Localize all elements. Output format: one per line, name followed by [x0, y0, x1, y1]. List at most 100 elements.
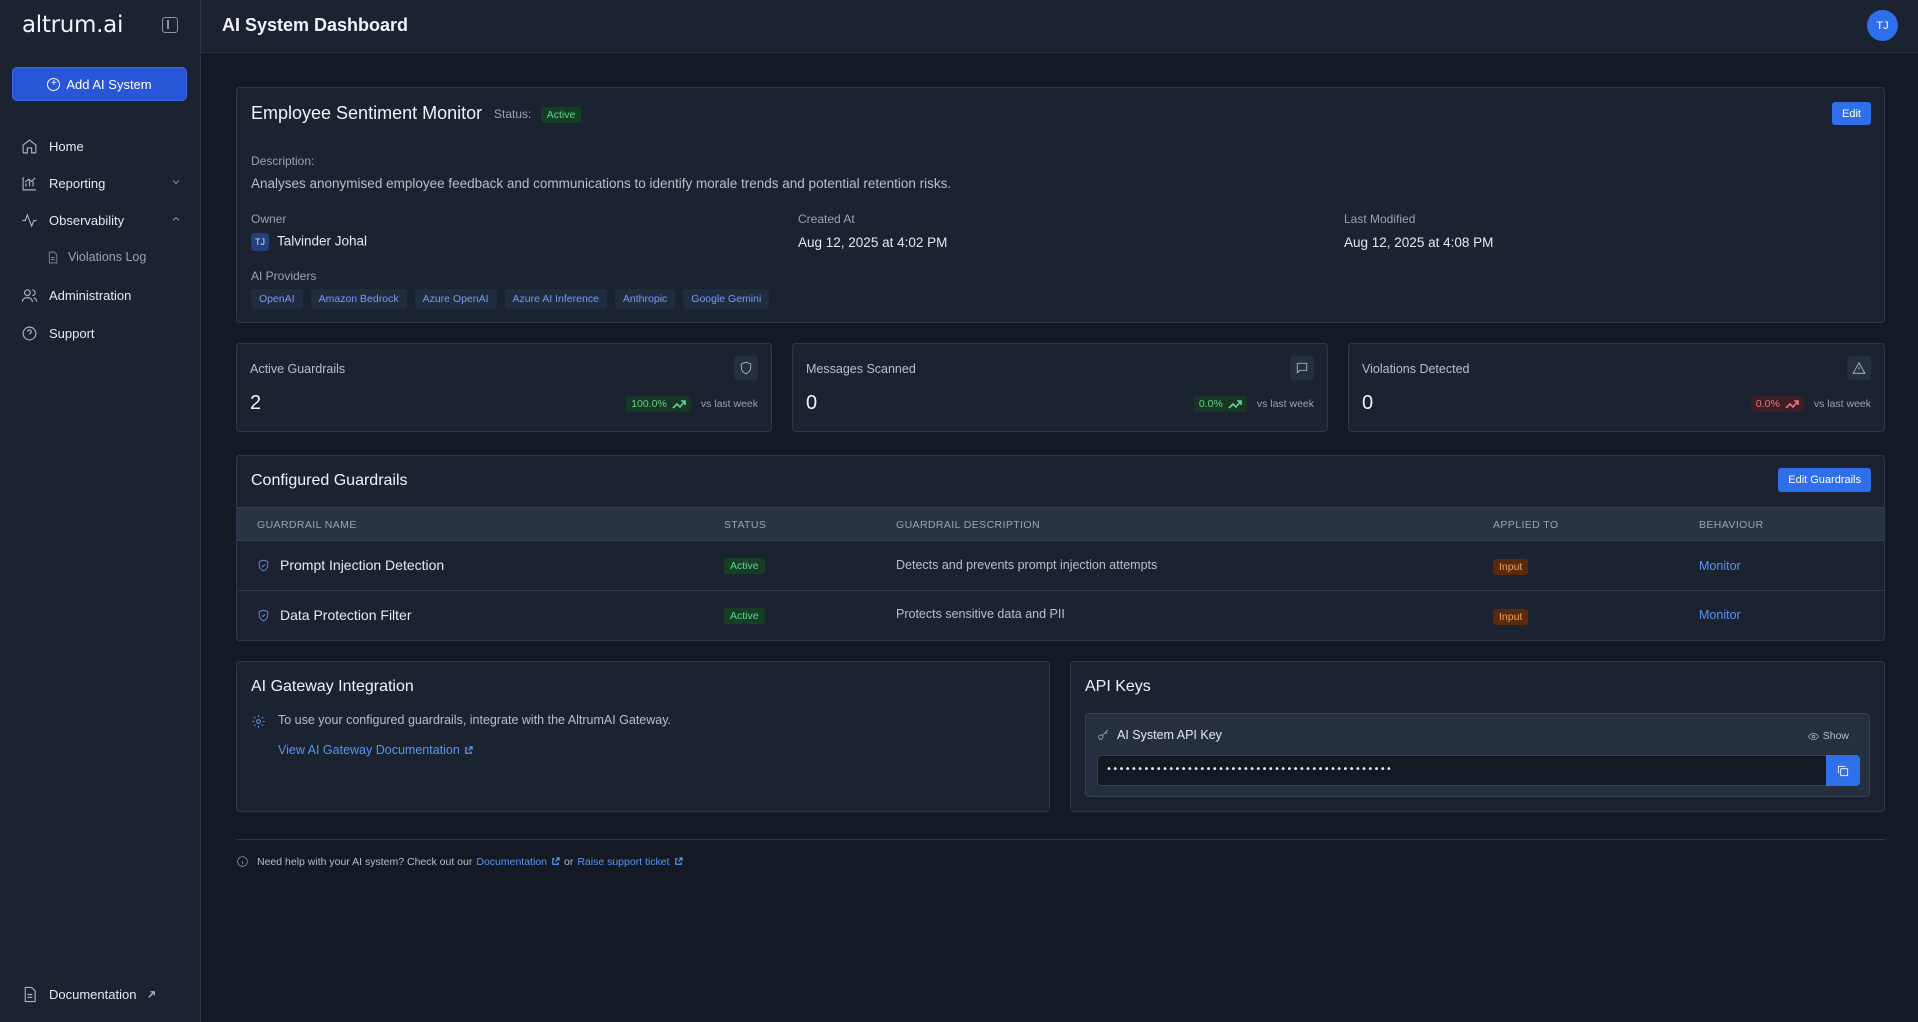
copy-icon: [1837, 765, 1849, 776]
external-link-icon: [674, 857, 683, 865]
sidebar-item-reporting[interactable]: Reporting: [12, 168, 190, 198]
stat-title: Messages Scanned: [806, 362, 916, 376]
column-header[interactable]: GUARDRAIL DESCRIPTION: [896, 519, 1040, 531]
table-row[interactable]: Data Protection Filter Active Protects s…: [237, 591, 1884, 641]
column-header[interactable]: APPLIED TO: [1493, 519, 1558, 531]
sidebar-item-support[interactable]: Support: [12, 318, 190, 348]
trend-pill: 0.0%: [1750, 396, 1804, 412]
stat-title: Active Guardrails: [250, 362, 346, 376]
applied-to-badge: Input: [1493, 559, 1529, 575]
shield-icon: [734, 356, 758, 380]
behaviour-link[interactable]: Monitor: [1699, 559, 1741, 573]
warning-icon: [1847, 356, 1871, 380]
trend-change: 0.0%: [1755, 398, 1780, 410]
show-label: Show: [1822, 730, 1849, 742]
api-key-box: AI System API Key Show •••••••••••••••••…: [1085, 713, 1870, 797]
stat-trend: 0.0% vs last week: [1750, 396, 1871, 412]
trend-change: 100.0%: [631, 398, 667, 410]
owner-field: TJ Talvinder Johal: [251, 233, 367, 251]
stat-title: Violations Detected: [1362, 362, 1470, 376]
add-ai-system-button[interactable]: + Add AI System: [12, 67, 187, 101]
sidebar-item-observability[interactable]: Observability: [12, 205, 190, 235]
show-key-button[interactable]: Show: [1807, 730, 1849, 742]
sidebar-item-label: Administration: [49, 287, 132, 303]
sidebar-item-label: Support: [49, 325, 95, 341]
modified-value: Aug 12, 2025 at 4:08 PM: [1344, 235, 1494, 250]
stat-card-active-guardrails: Active Guardrails 2 100.0% vs last week: [236, 343, 772, 432]
footer-divider: [236, 839, 1885, 840]
documentation-link[interactable]: Documentation: [476, 856, 547, 868]
table-row[interactable]: Prompt Injection Detection Active Detect…: [237, 541, 1884, 591]
status-badge: Active: [724, 608, 765, 624]
sidebar-item-violations-log[interactable]: Violations Log: [46, 244, 146, 270]
owner-avatar: TJ: [251, 233, 269, 251]
stat-card-violations-detected: Violations Detected 0 0.0% vs last week: [1348, 343, 1885, 432]
copy-key-button[interactable]: [1826, 755, 1860, 786]
add-ai-system-label: Add AI System: [66, 76, 152, 92]
user-avatar[interactable]: TJ: [1867, 10, 1898, 41]
guardrails-title: Configured Guardrails: [251, 472, 408, 489]
description-label: Description:: [251, 154, 315, 168]
users-icon: [21, 288, 38, 302]
gateway-docs-link[interactable]: View AI Gateway Documentation: [278, 743, 473, 757]
guardrail-name-cell: Prompt Injection Detection: [257, 557, 444, 573]
providers-list: OpenAI Amazon Bedrock Azure OpenAI Azure…: [251, 289, 770, 309]
column-header[interactable]: BEHAVIOUR: [1699, 519, 1764, 531]
column-header[interactable]: STATUS: [724, 519, 766, 531]
edit-guardrails-button[interactable]: Edit Guardrails: [1778, 468, 1871, 492]
configured-guardrails-card: Configured Guardrails Edit Guardrails GU…: [236, 455, 1885, 641]
sidebar-subitem-label: Violations Log: [68, 250, 147, 264]
gateway-docs-label: View AI Gateway Documentation: [278, 743, 460, 757]
system-name: Employee Sentiment Monitor: [251, 103, 483, 123]
api-keys-card: API Keys AI System API Key Show ••••••••…: [1070, 661, 1885, 812]
plus-circle-icon: +: [47, 77, 61, 91]
help-text: Need help with your AI system? Check out…: [257, 855, 473, 868]
table-header: GUARDRAIL NAME STATUS GUARDRAIL DESCRIPT…: [237, 507, 1884, 541]
api-key-field[interactable]: ••••••••••••••••••••••••••••••••••••••••…: [1097, 755, 1827, 786]
stat-value: 0: [806, 392, 818, 414]
eye-icon: [1807, 732, 1819, 740]
page-title: AI System Dashboard: [222, 15, 409, 35]
stat-trend: 0.0% vs last week: [1193, 396, 1314, 412]
chevron-down-icon: [172, 180, 180, 185]
provider-tag: Anthropic: [614, 289, 676, 309]
trend-pill: 100.0%: [626, 396, 691, 412]
providers-label: AI Providers: [251, 269, 317, 283]
modified-label: Last Modified: [1344, 212, 1416, 226]
sidebar: altrum.ai + Add AI System Home Reporting…: [0, 0, 201, 1022]
status-field: Status: Active: [494, 107, 582, 123]
trend-up-icon: [1228, 400, 1242, 409]
sidebar-item-administration[interactable]: Administration: [12, 280, 190, 310]
status-badge: Active: [724, 558, 765, 574]
edit-button[interactable]: Edit: [1832, 102, 1871, 125]
app-logo[interactable]: altrum.ai: [22, 12, 123, 38]
stat-trend: 100.0% vs last week: [626, 396, 758, 412]
provider-tag: Azure AI Inference: [504, 289, 607, 309]
sidebar-item-label: Observability: [49, 212, 125, 228]
help-footer: Need help with your AI system? Check out…: [236, 855, 683, 868]
top-bar: AI System Dashboard TJ: [201, 0, 1918, 53]
chevron-up-icon: [172, 216, 180, 221]
sidebar-documentation-link[interactable]: Documentation: [21, 986, 156, 1003]
sidebar-collapse-icon[interactable]: [162, 17, 178, 33]
provider-tag: OpenAI: [251, 289, 303, 309]
support-ticket-link[interactable]: Raise support ticket: [577, 856, 669, 868]
provider-tag: Amazon Bedrock: [310, 289, 407, 309]
stat-value: 2: [250, 392, 262, 414]
provider-tag: Google Gemini: [683, 289, 770, 309]
trend-compare: vs last week: [1256, 398, 1314, 410]
owner-label: Owner: [251, 212, 287, 226]
or-text: or: [563, 855, 574, 868]
applied-to-badge: Input: [1493, 609, 1529, 625]
sidebar-item-home[interactable]: Home: [12, 131, 190, 161]
stat-card-messages-scanned: Messages Scanned 0 0.0% vs last week: [792, 343, 1328, 432]
status-badge: Active: [540, 107, 582, 123]
api-keys-title: API Keys: [1085, 678, 1151, 695]
gateway-text: To use your configured guardrails, integ…: [278, 713, 672, 727]
document-icon: [48, 251, 58, 263]
column-header[interactable]: GUARDRAIL NAME: [257, 519, 357, 531]
behaviour-link[interactable]: Monitor: [1699, 608, 1741, 622]
trend-change: 0.0%: [1198, 398, 1223, 410]
help-icon: [22, 326, 37, 340]
activity-icon: [22, 212, 37, 228]
